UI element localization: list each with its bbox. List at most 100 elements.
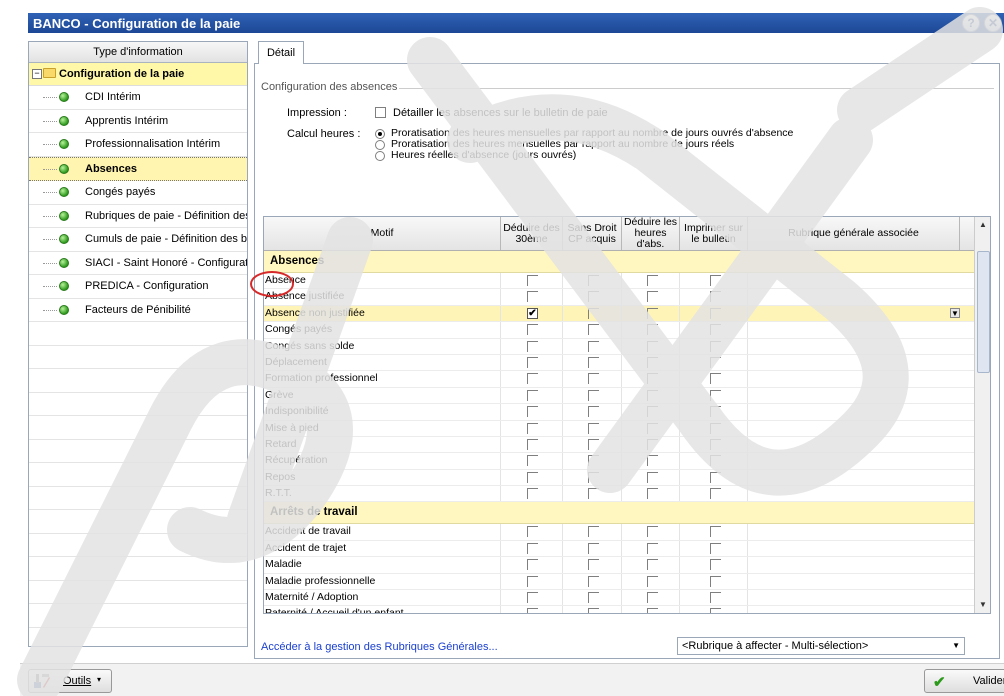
grid-checkbox[interactable] xyxy=(527,356,538,368)
tree-item[interactable]: Congés payés xyxy=(29,181,247,205)
table-row[interactable]: Maladie professionnelle xyxy=(264,573,974,591)
grid-checkbox[interactable] xyxy=(710,307,721,319)
grid-checkbox[interactable] xyxy=(647,373,658,385)
table-row[interactable]: Congés sans solde xyxy=(264,338,974,355)
grid-checkbox[interactable] xyxy=(710,471,721,483)
grid-checkbox[interactable] xyxy=(647,471,658,483)
scroll-down-icon[interactable]: ▼ xyxy=(975,597,990,613)
grid-checkbox[interactable] xyxy=(710,542,721,554)
grid-checkbox[interactable] xyxy=(710,608,721,613)
calcul-radio[interactable] xyxy=(375,129,385,139)
table-row[interactable]: Paternité / Accueil d'un enfant xyxy=(264,606,974,613)
grid-checkbox[interactable] xyxy=(647,438,658,450)
grid-scrollbar[interactable]: ▲ ▼ xyxy=(974,217,990,613)
grid-checkbox[interactable] xyxy=(647,526,658,538)
help-button[interactable]: ? xyxy=(962,14,980,32)
scroll-thumb[interactable] xyxy=(977,251,990,373)
grid-checkbox[interactable] xyxy=(588,291,599,303)
grid-checkbox[interactable] xyxy=(588,542,599,554)
grid-checkbox[interactable] xyxy=(527,340,538,352)
grid-checkbox[interactable] xyxy=(588,389,599,401)
tree-item[interactable]: SIACI - Saint Honoré - Configuration xyxy=(29,252,247,275)
tree-item[interactable]: Rubriques de paie - Définition des bases xyxy=(29,205,247,228)
table-row[interactable]: Absence justifiée xyxy=(264,289,974,306)
scroll-up-icon[interactable]: ▲ xyxy=(975,217,990,233)
grid-checkbox[interactable] xyxy=(588,438,599,450)
grid-checkbox[interactable] xyxy=(588,471,599,483)
tree-item[interactable]: Facteurs de Pénibilité xyxy=(29,299,247,322)
grid-checkbox[interactable] xyxy=(527,291,538,303)
grid-checkbox[interactable] xyxy=(710,340,721,352)
grid-checkbox[interactable] xyxy=(710,406,721,418)
grid-checkbox[interactable] xyxy=(647,608,658,613)
grid-checkbox[interactable] xyxy=(588,275,599,286)
grid-checkbox[interactable] xyxy=(527,542,538,554)
grid-checkbox[interactable] xyxy=(647,592,658,604)
grid-checkbox[interactable] xyxy=(527,575,538,587)
table-row[interactable]: Récupération xyxy=(264,453,974,470)
column-header[interactable]: Imprimer sur le bulletin xyxy=(680,217,748,250)
grid-checkbox[interactable] xyxy=(710,455,721,467)
grid-checkbox[interactable] xyxy=(710,422,721,434)
tree-item[interactable]: Cumuls de paie - Définition des bases xyxy=(29,228,247,252)
grid-checkbox[interactable] xyxy=(710,575,721,587)
grid-checkbox[interactable] xyxy=(588,488,599,500)
grid-checkbox[interactable] xyxy=(710,389,721,401)
table-row[interactable]: Absence xyxy=(264,273,974,290)
table-row[interactable]: Formation professionnel xyxy=(264,371,974,388)
table-row[interactable]: Accident de travail xyxy=(264,524,974,541)
table-row[interactable]: Grève xyxy=(264,387,974,405)
grid-checkbox[interactable] xyxy=(527,455,538,467)
grid-checkbox[interactable] xyxy=(527,422,538,434)
grid-checkbox[interactable] xyxy=(647,324,658,336)
grid-checkbox[interactable] xyxy=(647,275,658,286)
grid-checkbox[interactable] xyxy=(588,422,599,434)
grid-checkbox[interactable] xyxy=(647,455,658,467)
tree-item[interactable]: Absences xyxy=(29,156,247,181)
grid-checkbox[interactable] xyxy=(527,559,538,571)
table-row[interactable]: Indisponibilité xyxy=(264,404,974,421)
table-row[interactable]: Congés payés xyxy=(264,322,974,339)
grid-checkbox[interactable] xyxy=(588,526,599,538)
outils-button[interactable]: Outils ▾ xyxy=(28,669,112,693)
grid-checkbox[interactable] xyxy=(647,291,658,303)
table-row[interactable]: R.T.T. xyxy=(264,486,974,503)
grid-checkbox[interactable] xyxy=(588,406,599,418)
calcul-radio[interactable] xyxy=(375,140,385,150)
grid-checkbox[interactable] xyxy=(527,592,538,604)
grid-checkbox[interactable] xyxy=(647,542,658,554)
rubrique-dropdown-icon[interactable]: ▼ xyxy=(950,307,960,318)
grid-checkbox[interactable] xyxy=(710,275,721,286)
table-row[interactable]: Retard xyxy=(264,436,974,454)
tree-item[interactable]: PREDICA - Configuration xyxy=(29,275,247,299)
table-row[interactable]: Déplacement xyxy=(264,354,974,372)
table-row[interactable]: Repos xyxy=(264,469,974,487)
calcul-radio[interactable] xyxy=(375,151,385,161)
grid-checkbox[interactable] xyxy=(647,307,658,319)
grid-checkbox[interactable] xyxy=(527,438,538,450)
grid-checkbox[interactable] xyxy=(710,356,721,368)
grid-checkbox[interactable] xyxy=(588,324,599,336)
tree-item[interactable]: CDI Intérim xyxy=(29,86,247,110)
grid-checkbox[interactable] xyxy=(588,592,599,604)
table-row[interactable]: Mise à pied xyxy=(264,420,974,437)
grid-checkbox[interactable] xyxy=(527,406,538,418)
impression-checkbox[interactable] xyxy=(375,107,386,118)
close-button[interactable]: ✕ xyxy=(984,14,1002,32)
grid-checkbox[interactable] xyxy=(527,608,538,613)
grid-checkbox[interactable] xyxy=(710,488,721,500)
grid-checkbox[interactable] xyxy=(527,324,538,336)
grid-checkbox[interactable] xyxy=(527,373,538,385)
grid-checkbox[interactable] xyxy=(588,373,599,385)
table-row[interactable]: Maladie xyxy=(264,557,974,574)
grid-checkbox[interactable] xyxy=(647,422,658,434)
grid-checkbox[interactable] xyxy=(647,340,658,352)
grid-checkbox[interactable] xyxy=(588,575,599,587)
grid-checkbox[interactable] xyxy=(527,389,538,401)
column-header[interactable]: Sans Droit CP acquis xyxy=(563,217,622,250)
grid-checkbox[interactable] xyxy=(710,438,721,450)
column-header[interactable]: Déduire des 30ème xyxy=(501,217,563,250)
table-row[interactable]: Absence non justifiée ✔ ▼ xyxy=(264,305,974,323)
rubriques-link[interactable]: Accéder à la gestion des Rubriques Génér… xyxy=(261,641,498,653)
grid-checkbox[interactable] xyxy=(527,526,538,538)
